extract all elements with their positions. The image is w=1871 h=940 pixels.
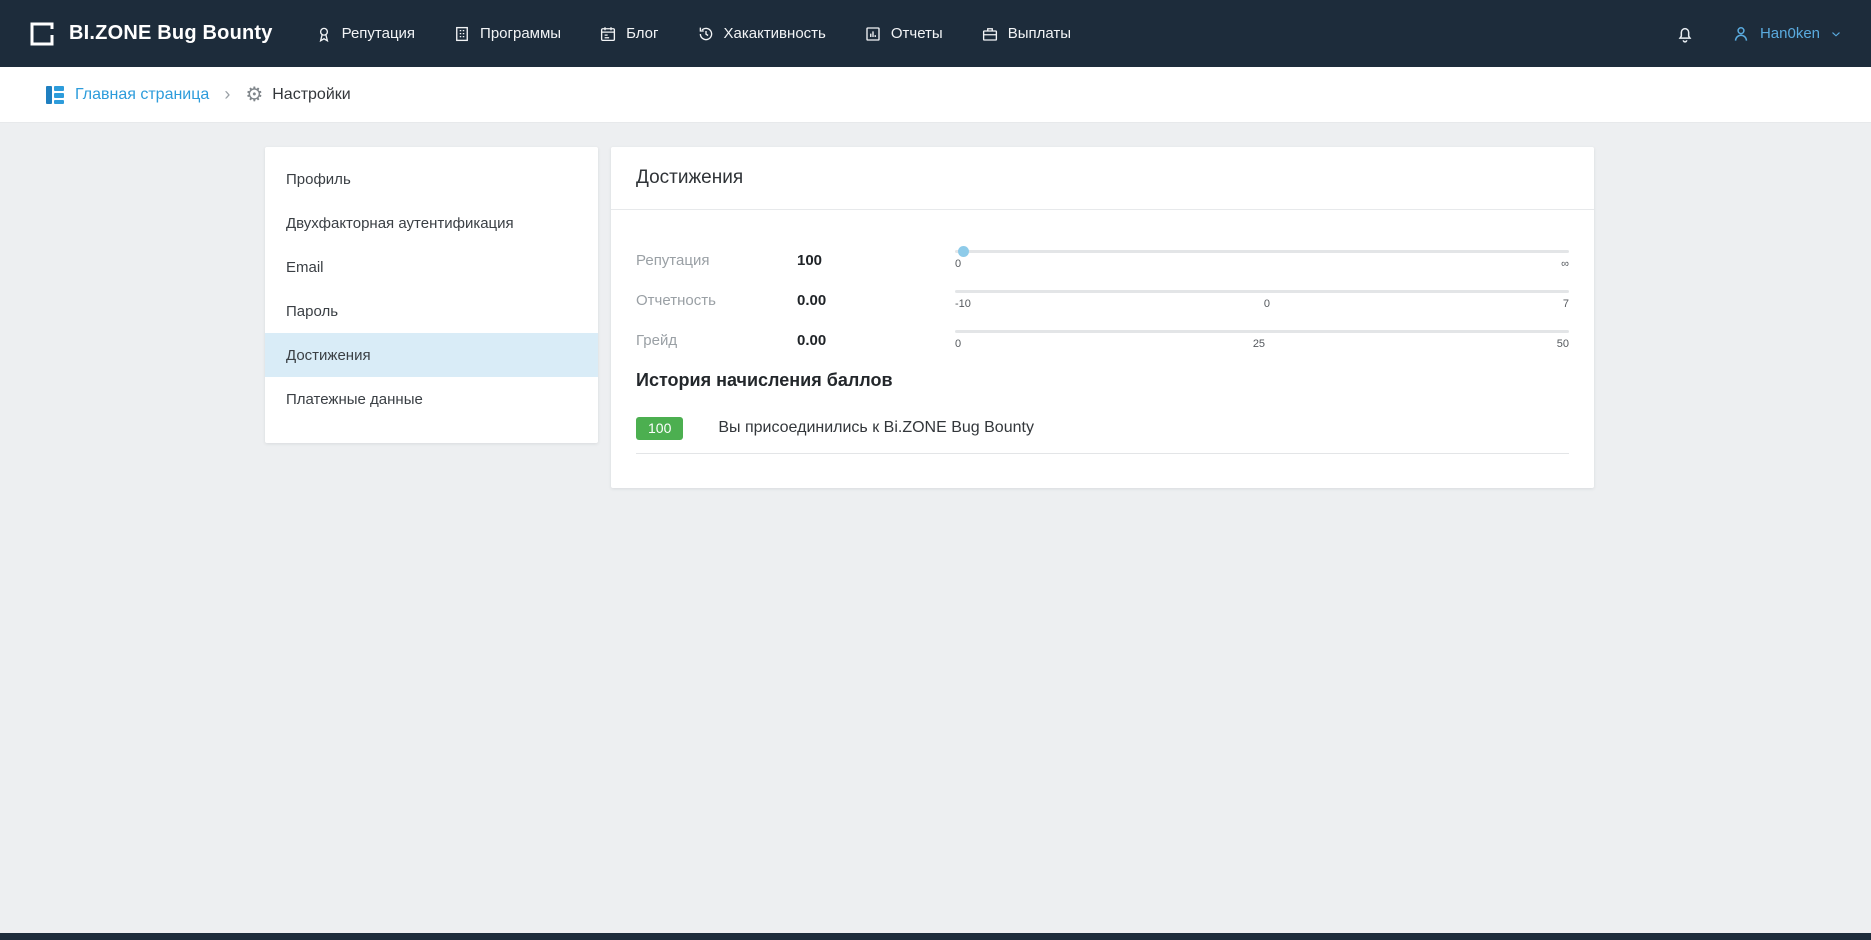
scale-mid: 25 <box>1253 338 1265 350</box>
metric-value: 0.00 <box>797 292 955 309</box>
menu-item-label: Достижения <box>286 347 371 364</box>
brand[interactable]: BI.ZONE Bug Bounty <box>28 20 273 48</box>
navbar-right: Han0ken <box>1675 24 1843 44</box>
bizone-logo-icon <box>28 20 56 48</box>
breadcrumb-separator: › <box>220 84 234 105</box>
nav-item-reputation[interactable]: Репутация <box>315 25 415 43</box>
metric-scale: 0 25 50 <box>955 330 1569 350</box>
metric-row-grade: Грейд 0.00 0 25 50 <box>636 330 1569 350</box>
nav-item-label: Репутация <box>342 25 415 42</box>
slider-track <box>955 290 1569 293</box>
breadcrumb-home-label: Главная страница <box>75 86 209 104</box>
metric-label: Репутация <box>636 252 797 269</box>
reports-icon <box>864 25 882 43</box>
bell-icon <box>1675 24 1695 44</box>
settings-menu: Профиль Двухфакторная аутентификация Ema… <box>265 147 598 443</box>
metric-value: 0.00 <box>797 332 955 349</box>
scale-min: 0 <box>955 338 961 350</box>
breadcrumb-current: ⚙ Настройки <box>245 85 350 105</box>
nav-item-label: Блог <box>626 25 658 42</box>
metric-label: Грейд <box>636 332 797 349</box>
breadcrumb-current-label: Настройки <box>272 86 350 104</box>
scale-max: ∞ <box>1561 258 1569 270</box>
main-content: Профиль Двухфакторная аутентификация Ema… <box>0 123 1871 933</box>
programs-icon <box>453 25 471 43</box>
metric-row-reporting: Отчетность 0.00 -10 0 7 <box>636 290 1569 310</box>
menu-item-achievements[interactable]: Достижения <box>265 333 598 377</box>
scale-min: -10 <box>955 298 971 310</box>
slider-track <box>955 250 1569 253</box>
breadcrumb-home-link[interactable]: Главная страница <box>45 85 209 105</box>
history-title: История начисления баллов <box>636 370 1569 391</box>
menu-item-label: Email <box>286 259 324 276</box>
nav-item-label: Программы <box>480 25 561 42</box>
hacktivity-icon <box>697 25 715 43</box>
scale-labels: -10 0 7 <box>955 298 1569 310</box>
metric-value: 100 <box>797 252 955 269</box>
app-root: BI.ZONE Bug Bounty Репутация Программы Б… <box>0 0 1871 940</box>
slider-handle[interactable] <box>958 246 969 257</box>
notifications-button[interactable] <box>1675 24 1695 44</box>
metric-scale: 0 ∞ <box>955 250 1569 270</box>
nav-item-blog[interactable]: Блог <box>599 25 658 43</box>
blog-icon <box>599 25 617 43</box>
user-icon <box>1731 24 1751 44</box>
menu-item-label: Платежные данные <box>286 391 423 408</box>
scale-min: 0 <box>955 258 961 270</box>
chevron-down-icon <box>1829 27 1843 41</box>
nav-item-label: Хакактивность <box>724 25 826 42</box>
payouts-icon <box>981 25 999 43</box>
nav-item-programs[interactable]: Программы <box>453 25 561 43</box>
card-title: Достижения <box>611 147 1594 210</box>
metric-scale: -10 0 7 <box>955 290 1569 310</box>
main-nav: Репутация Программы Блог Хакактивность <box>315 25 1071 43</box>
nav-item-hacktivity[interactable]: Хакактивность <box>697 25 826 43</box>
reputation-icon <box>315 25 333 43</box>
top-navbar: BI.ZONE Bug Bounty Репутация Программы Б… <box>0 0 1871 67</box>
scale-max: 7 <box>1563 298 1569 310</box>
achievements-card: Достижения Репутация 100 0 ∞ <box>611 147 1594 488</box>
nav-item-payouts[interactable]: Выплаты <box>981 25 1071 43</box>
breadcrumb: Главная страница › ⚙ Настройки <box>0 67 1871 123</box>
menu-item-payment-details[interactable]: Платежные данные <box>265 377 598 421</box>
scale-labels: 0 ∞ <box>955 258 1569 270</box>
gear-icon: ⚙ <box>245 85 263 105</box>
menu-item-password[interactable]: Пароль <box>265 289 598 333</box>
scale-max: 50 <box>1557 338 1569 350</box>
user-name: Han0ken <box>1760 25 1820 42</box>
slider-track <box>955 330 1569 333</box>
points-badge: 100 <box>636 417 683 440</box>
metric-label: Отчетность <box>636 292 797 309</box>
scale-labels: 0 25 50 <box>955 338 1569 350</box>
footer-bar <box>0 933 1871 940</box>
nav-item-label: Отчеты <box>891 25 943 42</box>
metric-row-reputation: Репутация 100 0 ∞ <box>636 250 1569 270</box>
home-grid-icon <box>45 85 65 105</box>
nav-item-label: Выплаты <box>1008 25 1071 42</box>
menu-item-label: Двухфакторная аутентификация <box>286 215 514 232</box>
menu-item-two-factor[interactable]: Двухфакторная аутентификация <box>265 201 598 245</box>
menu-item-label: Профиль <box>286 171 351 188</box>
brand-title: BI.ZONE Bug Bounty <box>69 22 273 45</box>
history-entry: 100 Вы присоединились к Bi.ZONE Bug Boun… <box>636 417 1569 454</box>
card-body: Репутация 100 0 ∞ Отчетность <box>611 210 1594 488</box>
menu-item-email[interactable]: Email <box>265 245 598 289</box>
menu-item-profile[interactable]: Профиль <box>265 157 598 201</box>
nav-item-reports[interactable]: Отчеты <box>864 25 943 43</box>
scale-mid: 0 <box>1264 298 1270 310</box>
user-menu[interactable]: Han0ken <box>1731 24 1843 44</box>
history-entry-text: Вы присоединились к Bi.ZONE Bug Bounty <box>718 419 1034 437</box>
menu-item-label: Пароль <box>286 303 338 320</box>
